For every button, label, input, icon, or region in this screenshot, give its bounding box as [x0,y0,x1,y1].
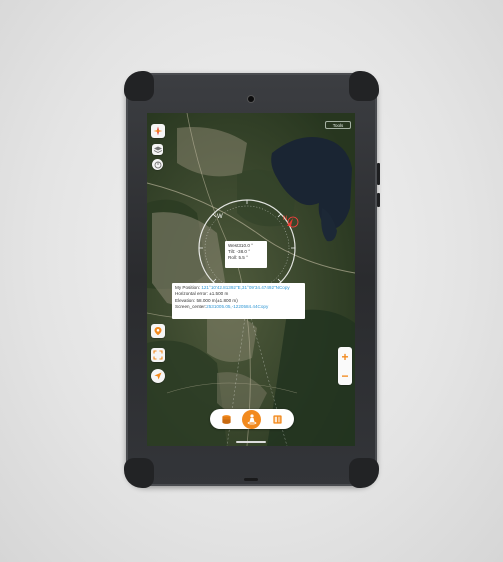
corner-bumper [349,458,379,488]
data-button[interactable] [221,413,233,425]
copy-center-link[interactable]: Copy [258,304,269,309]
corner-bumper [124,458,154,488]
tools-button-label: Tools [332,122,344,128]
compass-mode-button[interactable] [151,124,165,138]
compass-rose-icon [153,126,163,136]
fullscreen-icon [153,350,163,360]
corner-bumper [124,71,154,101]
my-position-value: 121°10'42.81392"E,31°09'34.47492"N [201,285,279,290]
corner-bumper [349,71,379,101]
tablet-device: W N Tools + − West310.0 ° Tilt: -38.0 ° … [124,71,380,488]
measure-icon [154,161,161,168]
locate-button[interactable] [151,369,165,383]
zoom-out-button[interactable]: − [341,370,348,382]
satellite-map[interactable]: W N [147,113,355,446]
home-indicator[interactable] [236,441,266,443]
navigation-arrow-icon [154,372,162,380]
screen: W N Tools + − West310.0 ° Tilt: -38.0 ° … [147,113,355,446]
marker-button[interactable] [151,324,165,338]
my-position-label: My Position: [175,285,201,290]
front-camera [248,96,254,102]
screen-center-value: 2531005.05,-1220584.44 [206,304,258,310]
measure-button[interactable] [152,159,163,170]
usb-port [244,478,258,481]
position-info-popup: My Position: 121°10'42.81392"E,31°09'34.… [172,283,305,319]
orientation-popup: West310.0 ° Tilt: -38.0 ° Roll: 5.5 ° [225,241,267,268]
map-book-icon [273,414,282,424]
power-button[interactable] [377,193,380,207]
database-icon [222,414,231,424]
roll-text: Roll: 5.5 ° [228,255,248,261]
svg-text:W: W [217,214,223,220]
volume-button[interactable] [377,163,380,185]
layers-button[interactable] [152,144,163,155]
svg-text:N: N [283,216,287,222]
screen-center-row: Screen_center:2531005.05,-1220584.44Copy [175,304,302,310]
navigation-bar [147,438,355,446]
zoom-in-button[interactable]: + [341,351,348,363]
map-pin-icon [154,327,162,336]
fullscreen-button[interactable] [151,348,165,362]
tools-button[interactable]: Tools [325,121,351,129]
bottom-toolbar [210,409,294,429]
zoom-control: + − [338,347,352,385]
location-button[interactable] [242,409,262,429]
layers-icon [153,146,162,153]
location-person-icon [247,414,257,425]
map-book-button[interactable] [271,413,283,425]
screen-center-label: Screen_center: [175,304,207,310]
status-bar [147,113,355,121]
copy-position-link[interactable]: Copy [279,285,290,290]
